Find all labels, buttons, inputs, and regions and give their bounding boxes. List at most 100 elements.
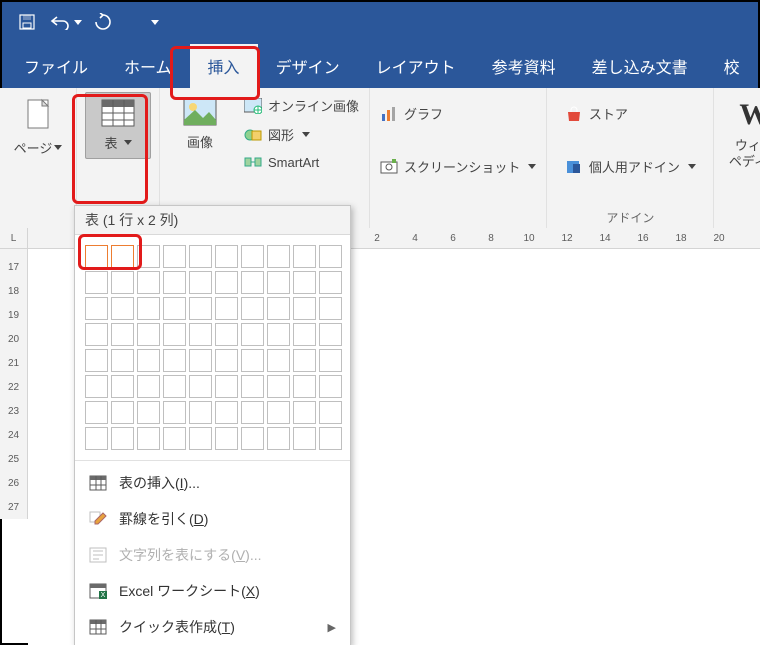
grid-cell[interactable]	[267, 297, 290, 320]
screenshot-button[interactable]: スクリーンショット	[378, 155, 538, 178]
grid-cell[interactable]	[293, 349, 316, 372]
grid-cell[interactable]	[111, 323, 134, 346]
grid-cell[interactable]	[293, 323, 316, 346]
grid-cell[interactable]	[319, 427, 342, 450]
grid-cell[interactable]	[111, 245, 134, 268]
grid-cell[interactable]	[267, 349, 290, 372]
grid-cell[interactable]	[111, 375, 134, 398]
grid-cell[interactable]	[85, 245, 108, 268]
grid-cell[interactable]	[319, 375, 342, 398]
grid-cell[interactable]	[215, 349, 238, 372]
grid-cell[interactable]	[215, 427, 238, 450]
wikipedia-button[interactable]: W ウィキ ペディア	[722, 92, 760, 175]
pages-button[interactable]: ページ	[6, 92, 70, 163]
grid-cell[interactable]	[163, 297, 186, 320]
grid-cell[interactable]	[137, 245, 160, 268]
grid-cell[interactable]	[267, 427, 290, 450]
grid-cell[interactable]	[111, 271, 134, 294]
grid-cell[interactable]	[241, 427, 264, 450]
dropdown-item-draw[interactable]: 罫線を引く(D)	[75, 501, 350, 537]
dropdown-item-insert[interactable]: 表の挿入(I)...	[75, 465, 350, 501]
grid-cell[interactable]	[189, 375, 212, 398]
grid-cell[interactable]	[215, 323, 238, 346]
smartart-button[interactable]: SmartArt	[242, 152, 361, 172]
grid-cell[interactable]	[85, 323, 108, 346]
grid-cell[interactable]	[241, 245, 264, 268]
grid-cell[interactable]	[189, 297, 212, 320]
grid-cell[interactable]	[319, 245, 342, 268]
grid-cell[interactable]	[293, 427, 316, 450]
grid-cell[interactable]	[163, 245, 186, 268]
grid-cell[interactable]	[319, 349, 342, 372]
grid-cell[interactable]	[85, 271, 108, 294]
dropdown-item-excel[interactable]: XExcel ワークシート(X)	[75, 573, 350, 609]
grid-cell[interactable]	[85, 401, 108, 424]
grid-cell[interactable]	[215, 297, 238, 320]
grid-cell[interactable]	[137, 401, 160, 424]
pages-label: ページ	[14, 138, 53, 157]
grid-cell[interactable]	[137, 271, 160, 294]
grid-cell[interactable]	[163, 271, 186, 294]
grid-cell[interactable]	[215, 375, 238, 398]
online-pictures-button[interactable]: オンライン画像	[242, 94, 361, 117]
grid-cell[interactable]	[189, 427, 212, 450]
dropdown-item-label: 文字列を表にする(V)...	[119, 545, 262, 565]
grid-cell[interactable]	[267, 323, 290, 346]
grid-cell[interactable]	[267, 375, 290, 398]
grid-cell[interactable]	[85, 427, 108, 450]
grid-cell[interactable]	[111, 401, 134, 424]
grid-cell[interactable]	[293, 401, 316, 424]
grid-cell[interactable]	[163, 375, 186, 398]
grid-cell[interactable]	[137, 427, 160, 450]
grid-cell[interactable]	[241, 349, 264, 372]
grid-cell[interactable]	[163, 349, 186, 372]
grid-cell[interactable]	[215, 245, 238, 268]
grid-cell[interactable]	[319, 401, 342, 424]
grid-cell[interactable]	[319, 271, 342, 294]
grid-cell[interactable]	[189, 323, 212, 346]
grid-cell[interactable]	[319, 323, 342, 346]
grid-cell[interactable]	[241, 401, 264, 424]
shapes-button[interactable]: 図形	[242, 123, 361, 146]
grid-cell[interactable]	[137, 297, 160, 320]
grid-cell[interactable]	[85, 349, 108, 372]
grid-cell[interactable]	[163, 401, 186, 424]
my-addins-button[interactable]: 個人用アドイン	[563, 155, 698, 178]
grid-cell[interactable]	[319, 297, 342, 320]
hruler-tick: 14	[586, 233, 624, 244]
pictures-button[interactable]: 画像	[168, 92, 232, 157]
grid-cell[interactable]	[85, 375, 108, 398]
dropdown-item-quick[interactable]: クイック表作成(T)▶	[75, 609, 350, 645]
grid-cell[interactable]	[293, 271, 316, 294]
grid-cell[interactable]	[163, 427, 186, 450]
grid-cell[interactable]	[241, 297, 264, 320]
grid-cell[interactable]	[137, 375, 160, 398]
grid-cell[interactable]	[189, 245, 212, 268]
grid-cell[interactable]	[85, 297, 108, 320]
grid-cell[interactable]	[111, 297, 134, 320]
grid-cell[interactable]	[137, 323, 160, 346]
grid-cell[interactable]	[293, 375, 316, 398]
grid-cell[interactable]	[241, 323, 264, 346]
grid-cell[interactable]	[267, 271, 290, 294]
grid-cell[interactable]	[293, 245, 316, 268]
grid-cell[interactable]	[111, 349, 134, 372]
store-button[interactable]: ストア	[563, 102, 698, 125]
grid-cell[interactable]	[241, 375, 264, 398]
vertical-ruler[interactable]: 1718192021222324252627	[0, 249, 28, 519]
grid-cell[interactable]	[215, 271, 238, 294]
grid-cell[interactable]	[137, 349, 160, 372]
grid-cell[interactable]	[189, 349, 212, 372]
chart-button[interactable]: グラフ	[378, 102, 538, 125]
grid-cell[interactable]	[163, 323, 186, 346]
table-size-grid[interactable]	[75, 235, 350, 456]
table-button[interactable]: 表	[85, 92, 151, 159]
grid-cell[interactable]	[241, 271, 264, 294]
grid-cell[interactable]	[267, 401, 290, 424]
grid-cell[interactable]	[293, 297, 316, 320]
grid-cell[interactable]	[189, 271, 212, 294]
grid-cell[interactable]	[189, 401, 212, 424]
grid-cell[interactable]	[215, 401, 238, 424]
grid-cell[interactable]	[111, 427, 134, 450]
grid-cell[interactable]	[267, 245, 290, 268]
